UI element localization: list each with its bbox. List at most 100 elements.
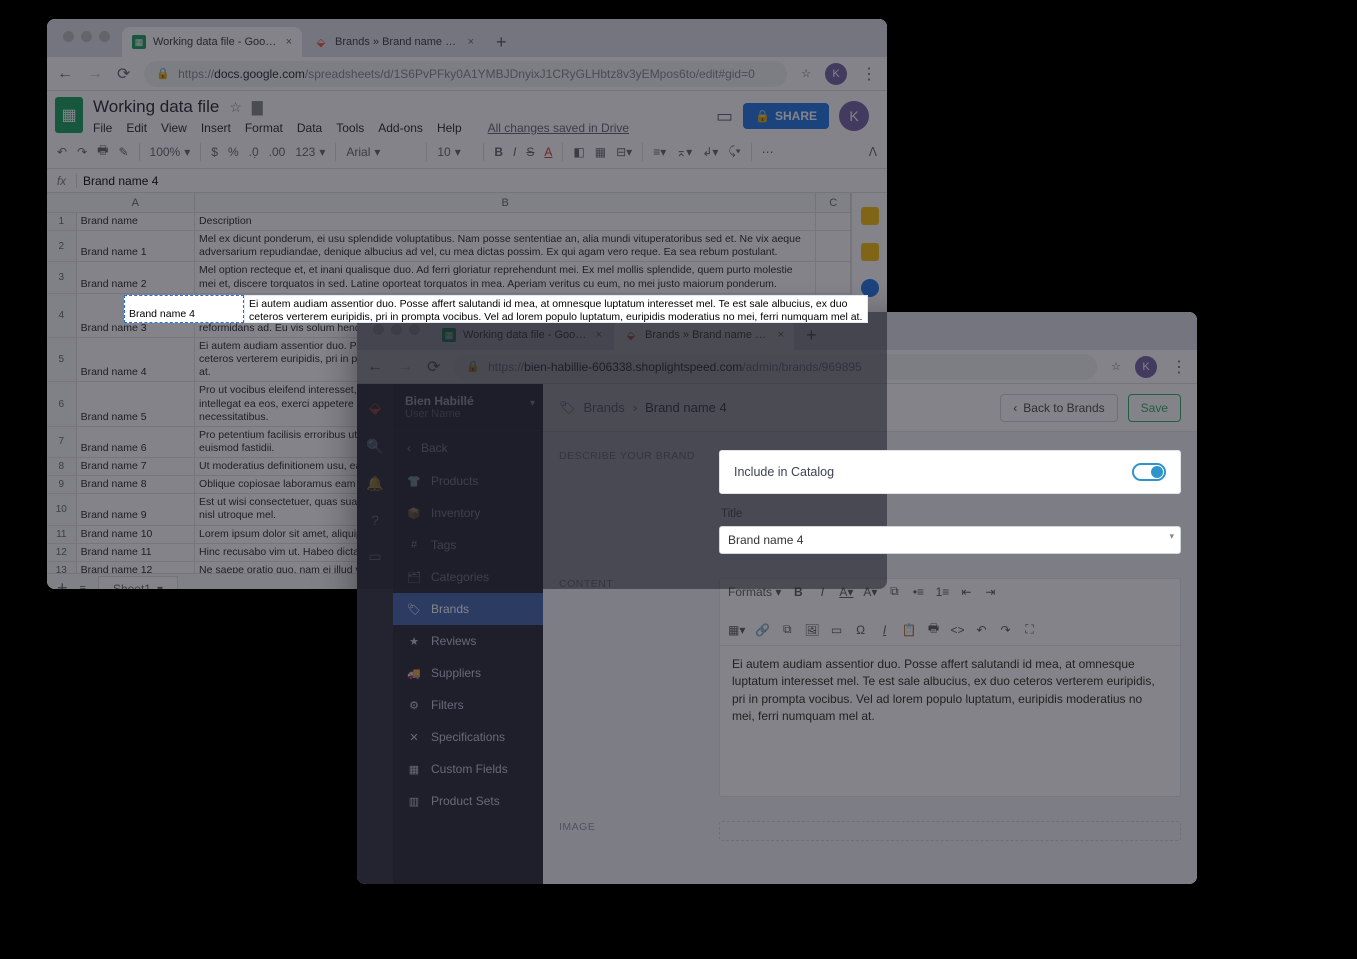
currency-icon[interactable]: $ [211,145,218,159]
menu-help[interactable]: Help [437,121,462,135]
row-number[interactable]: 7 [47,427,77,457]
all-sheets-icon[interactable]: ≡ [80,583,86,590]
image-dropzone[interactable] [719,821,1181,841]
code-icon[interactable]: <> [951,623,965,637]
row-number[interactable]: 11 [47,526,77,543]
table-row[interactable]: 1 Brand name Description [47,213,851,231]
address-field[interactable]: 🔒 https://docs.google.com/spreadsheets/d… [144,61,787,87]
nav-back-icon[interactable]: ← [367,358,383,376]
anchor-icon[interactable]: ⧉ [780,622,794,637]
cell-b[interactable]: Description [195,213,816,230]
menu-data[interactable]: Data [297,121,322,135]
fullscreen-icon[interactable]: ⛶ [1023,622,1037,637]
sidebar-item-tags[interactable]: #Tags [393,529,543,561]
zoom-dropdown[interactable]: 100%▾ [150,145,191,159]
image-icon[interactable]: 🖼 [804,623,819,637]
include-catalog-toggle[interactable] [1132,463,1166,481]
traffic-min[interactable] [391,324,402,335]
paste-icon[interactable]: 📋 [902,623,917,637]
col-header-a[interactable]: A [77,193,195,212]
nav-forward-icon[interactable]: → [397,358,413,376]
profile-avatar[interactable]: K [825,63,847,85]
star-icon[interactable]: ☆ [229,99,242,116]
undo-icon[interactable]: ↶ [57,145,67,159]
browser-tab-lightspeed[interactable]: ⬙ Brands » Brand name 4 - Ligh × [304,27,484,57]
nav-back-icon[interactable]: ← [57,65,73,83]
bullet-list-icon[interactable]: •≡ [911,585,925,599]
menu-format[interactable]: Format [245,121,283,135]
close-icon[interactable]: × [286,36,292,48]
dec-inc-icon[interactable]: .00 [269,145,286,159]
close-icon[interactable]: × [468,36,474,48]
flame-icon[interactable]: ⬙ [369,398,381,418]
nav-forward-icon[interactable]: → [87,65,103,83]
traffic-max[interactable] [409,324,420,335]
editor-content[interactable]: Ei autem audiam assentior duo. Posse aff… [720,646,1180,796]
new-tab-button[interactable]: + [486,27,517,57]
numfmt-dropdown[interactable]: 123▾ [295,145,325,159]
sidebar-item-products[interactable]: 👕Products [393,465,543,497]
omega-icon[interactable]: Ω [854,623,868,637]
outdent-icon[interactable]: ⇤ [959,585,973,599]
redo-icon[interactable]: ↷ [77,145,87,159]
menu-edit[interactable]: Edit [126,121,147,135]
title-input[interactable]: Brand name 4 ▾ [719,526,1181,554]
help-icon[interactable]: ? [371,512,379,528]
print-icon[interactable]: 🖶 [97,141,108,162]
cell-a[interactable]: Brand name 1 [77,231,195,261]
sidebar-item-filters[interactable]: ⚙Filters [393,689,543,721]
underline-icon[interactable]: A▾ [839,585,853,599]
traffic-max[interactable] [99,31,110,42]
row-number[interactable]: 13 [47,562,77,573]
row-number[interactable]: 9 [47,476,77,493]
row-number[interactable]: 6 [47,382,77,425]
sidebar-item-reviews[interactable]: ★Reviews [393,625,543,657]
selected-cell-b5[interactable]: Ei autem audiam assentior duo. Posse aff… [244,295,868,323]
dec-dec-icon[interactable]: .0̣ [249,145,259,159]
textcolor-icon[interactable]: A [544,145,552,159]
cell-c[interactable] [816,213,851,230]
user-avatar[interactable]: K [839,101,869,131]
sidebar-item-brands[interactable]: 🏷Brands [393,593,543,625]
row-number[interactable]: 1 [47,213,77,230]
valign-icon[interactable]: ⌅▾ [676,145,692,159]
shop-switcher[interactable]: Bien Habillé User Name ▾ [393,384,543,431]
browser-tab-sheets[interactable]: ▦ Working data file - Google She × [432,320,612,350]
redo-icon[interactable]: ↷ [999,623,1013,637]
browser-tab-lightspeed[interactable]: ⬙ Brands » Brand name 4 - Ligh × [614,320,794,350]
cell-a[interactable]: Brand name 5 [77,382,195,425]
table-row[interactable]: 3 Brand name 2 Mel option recteque et, e… [47,262,851,293]
fontsize-dropdown[interactable]: 10▾ [437,145,473,159]
percent-icon[interactable]: % [228,145,239,159]
print-icon[interactable]: 🖶 [927,619,941,640]
row-number[interactable]: 8 [47,458,77,475]
cell-a[interactable]: Brand name 12 [77,562,195,573]
link-icon[interactable]: 🔗 [755,623,770,637]
borders-icon[interactable]: ▦ [595,145,606,159]
bold-icon[interactable]: B [791,585,805,599]
copy-icon[interactable]: ⧉ [887,584,901,599]
cell-a[interactable]: Brand name 11 [77,544,195,561]
menu-addons[interactable]: Add-ons [378,121,423,135]
undo-icon[interactable]: ↶ [975,623,989,637]
sheets-logo-icon[interactable]: ▦ [55,97,83,133]
add-sheet-icon[interactable]: + [57,578,68,589]
cell-c[interactable] [816,262,851,292]
sidebar-item-custom-fields[interactable]: ▦Custom Fields [393,753,543,785]
bell-icon[interactable]: 🔔 [366,475,383,492]
sidebar-item-inventory[interactable]: 📦Inventory [393,497,543,529]
bold-icon[interactable]: B [494,145,503,159]
folder-icon[interactable]: ▇ [252,99,263,116]
row-number[interactable]: 3 [47,262,77,292]
sidebar-back[interactable]: ‹ Back [393,431,543,465]
kebab-menu-icon[interactable]: ⋮ [1171,357,1187,377]
crumb-root[interactable]: Brands [584,400,625,415]
cell-b[interactable]: Mel ex dicunt ponderum, ei usu splendide… [195,231,816,261]
menu-view[interactable]: View [161,121,187,135]
cell-c[interactable] [816,231,851,261]
browser-tab-sheets[interactable]: ▦ Working data file - Google She × [122,27,302,57]
strike-icon[interactable]: S [526,145,534,159]
cell-a[interactable]: Brand name 2 [77,262,195,292]
italic-icon[interactable]: I [815,585,829,599]
sidebar-item-specifications[interactable]: ✕Specifications [393,721,543,753]
